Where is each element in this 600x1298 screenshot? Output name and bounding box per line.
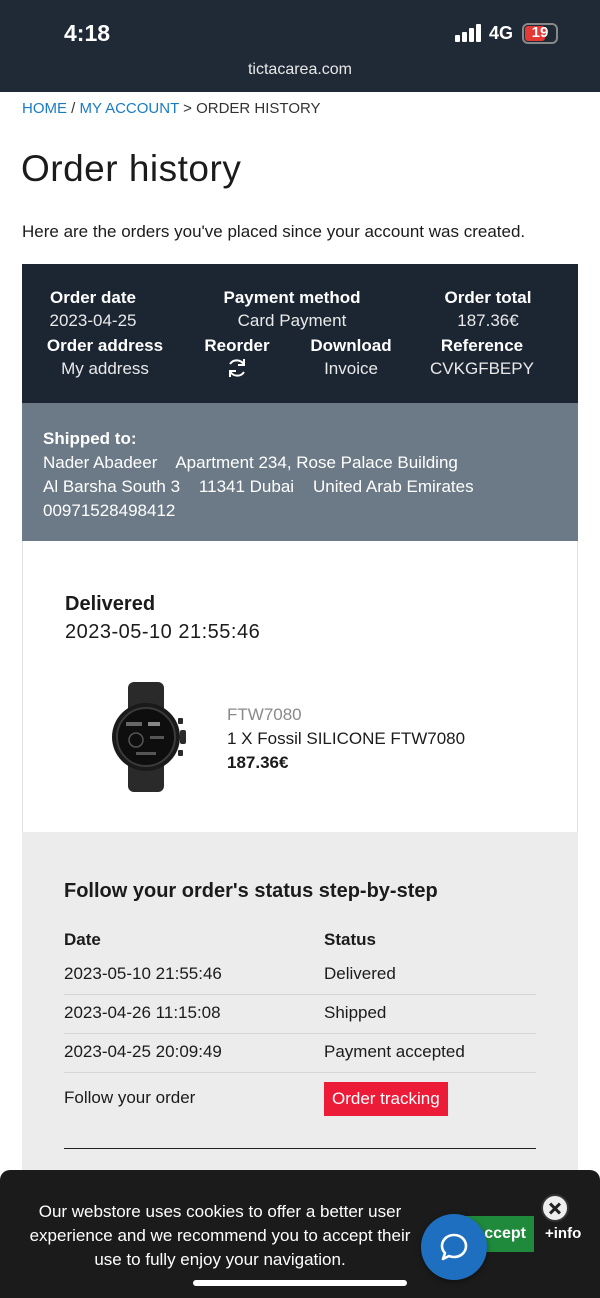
- battery-level: 19: [531, 24, 549, 41]
- network-type: 4G: [489, 23, 514, 43]
- cookie-info-link[interactable]: +info: [545, 1225, 581, 1242]
- product-name[interactable]: 1 X Fossil SILICONE FTW7080: [227, 727, 465, 751]
- row-date: 2023-05-10 21:55:46: [64, 964, 222, 983]
- row-status: Shipped: [324, 1003, 387, 1022]
- page-intro: Here are the orders you've placed since …: [22, 222, 526, 241]
- tracking-title: Follow your order's status step-by-step: [64, 880, 438, 902]
- download-label: Download: [310, 336, 392, 355]
- breadcrumb-separator: >: [178, 100, 197, 117]
- shipped-to-label: Shipped to:: [43, 429, 137, 448]
- shipping-info: Shipped to: Nader Abadeer Apartment 234,…: [22, 403, 578, 541]
- breadcrumb-separator: /: [67, 100, 80, 117]
- download-cell: Download Invoice: [302, 336, 400, 379]
- breadcrumb-account-link[interactable]: MY ACCOUNT: [80, 100, 179, 117]
- order-total-cell: Order total 187.36€: [424, 288, 552, 331]
- cookie-banner: Our webstore uses cookies to offer a bet…: [0, 1170, 600, 1298]
- invoice-link[interactable]: Invoice: [302, 359, 400, 379]
- cookie-message-line: use to fully enjoy your navigation.: [94, 1250, 346, 1269]
- battery-icon: 19: [522, 23, 558, 44]
- row-status: Payment accepted: [324, 1042, 465, 1061]
- breadcrumb: HOME / MY ACCOUNT > ORDER HISTORY: [22, 100, 321, 117]
- page-title: Order history: [21, 148, 242, 189]
- row-date: 2023-04-26 11:15:08: [64, 1003, 221, 1022]
- table-row: 2023-05-10 21:55:46 Delivered: [64, 956, 536, 995]
- breadcrumb-home-link[interactable]: HOME: [22, 100, 67, 117]
- follow-order-label: Follow your order: [64, 1088, 196, 1107]
- order-date-value: 2023-04-25: [49, 311, 137, 330]
- clock: 4:18: [64, 20, 111, 46]
- order-address-label: Order address: [46, 336, 164, 355]
- order-date-cell: Order date 2023-04-25: [22, 288, 164, 331]
- table-row: 2023-04-25 20:09:49 Payment accepted: [64, 1034, 536, 1073]
- payment-method-cell: Payment method Card Payment: [198, 288, 386, 331]
- order-total-label: Order total: [444, 288, 532, 307]
- column-header-status: Status: [324, 930, 376, 949]
- refresh-icon[interactable]: [225, 356, 249, 380]
- shipping-line: Nader Abadeer Apartment 234, Rose Palace…: [43, 453, 458, 472]
- signal-icon: [455, 24, 483, 42]
- delivery-status: Delivered: [65, 593, 156, 615]
- product-reference: FTW7080: [227, 705, 302, 724]
- row-date: 2023-04-25 20:09:49: [64, 1042, 222, 1061]
- shipping-phone: 00971528498412: [43, 501, 176, 520]
- reorder-label: Reorder: [204, 336, 270, 355]
- order-tracking-button[interactable]: Order tracking: [324, 1082, 448, 1116]
- order-address-link[interactable]: My address: [36, 359, 174, 379]
- product-image[interactable]: [96, 682, 196, 792]
- divider: [64, 1148, 536, 1149]
- close-icon[interactable]: [541, 1194, 569, 1222]
- table-header: Date Status: [64, 930, 536, 956]
- cookie-message: Our webstore uses cookies to offer a bet…: [0, 1200, 440, 1272]
- reference-label: Reference: [440, 336, 524, 355]
- reorder-button[interactable]: Reorder: [196, 336, 278, 385]
- product-price: 187.36€: [227, 753, 289, 772]
- order-summary: Order date 2023-04-25 Payment method Car…: [22, 264, 578, 403]
- reference-value: CVKGFBEPY: [430, 359, 534, 378]
- delivery-date: 2023-05-10 21:55:46: [65, 621, 261, 643]
- order-total-value: 187.36€: [457, 311, 519, 330]
- reference-cell: Reference CVKGFBEPY: [422, 336, 542, 379]
- table-row: 2023-04-26 11:15:08 Shipped: [64, 995, 536, 1034]
- url-bar[interactable]: tictacarea.com: [0, 61, 600, 79]
- payment-method-label: Payment method: [223, 288, 361, 307]
- order-address-cell: Order address My address: [36, 336, 174, 379]
- chat-bubble-icon: [440, 1233, 468, 1261]
- status-bar: 4:18 4G 19 tictacarea.com: [0, 0, 600, 92]
- chat-button[interactable]: [421, 1214, 487, 1280]
- shipping-line: Al Barsha South 3 11341 Dubai United Ara…: [43, 477, 474, 496]
- tracking-section: Follow your order's status step-by-step …: [22, 832, 578, 1172]
- home-indicator: [193, 1280, 407, 1286]
- cookie-message-line: Our webstore uses cookies to offer a bet…: [38, 1202, 402, 1221]
- breadcrumb-current: ORDER HISTORY: [196, 100, 321, 117]
- row-status: Delivered: [324, 964, 396, 983]
- order-date-label: Order date: [50, 288, 136, 307]
- cookie-message-line: experience and we recommend you to accep…: [29, 1226, 411, 1245]
- tracking-table: Date Status 2023-05-10 21:55:46 Delivere…: [64, 930, 536, 1073]
- product-info: FTW7080 1 X Fossil SILICONE FTW7080 187.…: [227, 703, 465, 775]
- payment-method-value: Card Payment: [237, 311, 347, 330]
- column-header-date: Date: [64, 930, 101, 949]
